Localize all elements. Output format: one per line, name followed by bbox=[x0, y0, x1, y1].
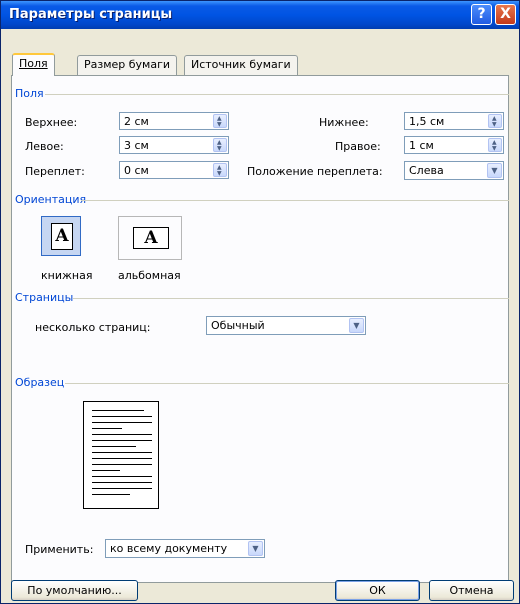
page-setup-dialog: Параметры страницы ? X Поля Размер бумаг… bbox=[0, 0, 520, 604]
title-bar[interactable]: Параметры страницы ? X bbox=[1, 1, 519, 29]
portrait-button[interactable]: A bbox=[41, 216, 81, 256]
preview-text-line bbox=[92, 464, 152, 465]
preview-text-line bbox=[92, 422, 152, 423]
gutter-value: 0 см bbox=[124, 164, 149, 177]
tab-paper-size-label: Размер бумаги bbox=[84, 58, 171, 71]
left-margin-field[interactable]: 3 см ▲ ▼ bbox=[119, 136, 229, 154]
chevron-down-icon[interactable]: ▼ bbox=[248, 541, 263, 556]
right-margin-label: Правое: bbox=[335, 140, 381, 153]
right-margin-field[interactable]: 1 см ▲ ▼ bbox=[404, 136, 504, 154]
tab-paper-source-label: Источник бумаги bbox=[191, 58, 291, 71]
gutter-label: Переплет: bbox=[25, 165, 85, 178]
multiple-pages-label: несколько страниц: bbox=[35, 321, 151, 334]
preview-text-line bbox=[92, 440, 152, 441]
tab-margins[interactable]: Поля bbox=[12, 53, 55, 76]
gutter-position-label: Положение переплета: bbox=[247, 165, 383, 178]
bottom-margin-field[interactable]: 1,5 см ▲ ▼ bbox=[404, 112, 504, 130]
apply-to-select[interactable]: ко всему документу ▼ bbox=[105, 539, 265, 558]
spin-arrows-icon[interactable]: ▲ ▼ bbox=[488, 114, 502, 128]
orientation-group-divider bbox=[81, 200, 509, 201]
page-preview bbox=[83, 401, 159, 509]
bottom-margin-label: Нижнее: bbox=[319, 116, 369, 129]
multiple-pages-select[interactable]: Обычный ▼ bbox=[206, 316, 366, 335]
top-margin-value: 2 см bbox=[124, 115, 149, 128]
apply-to-value: ко всему документу bbox=[110, 542, 228, 555]
multiple-pages-value: Обычный bbox=[211, 319, 265, 332]
cancel-button[interactable]: Отмена bbox=[429, 580, 514, 601]
preview-text-line bbox=[92, 428, 122, 429]
top-margin-field[interactable]: 2 см ▲ ▼ bbox=[119, 112, 229, 130]
gutter-position-select[interactable]: Слева ▼ bbox=[404, 161, 504, 180]
spin-arrows-icon[interactable]: ▲ ▼ bbox=[488, 138, 502, 152]
preview-text-line bbox=[92, 446, 136, 447]
margins-group-label: Поля bbox=[15, 87, 44, 100]
apply-to-label: Применить: bbox=[25, 543, 94, 556]
cancel-button-label: Отмена bbox=[449, 584, 494, 597]
pages-group-divider bbox=[73, 298, 509, 299]
portrait-label: книжная bbox=[41, 269, 93, 282]
preview-text-line bbox=[92, 488, 152, 489]
preview-text-line bbox=[92, 416, 152, 417]
right-margin-value: 1 см bbox=[409, 139, 434, 152]
preview-text-line bbox=[92, 476, 152, 477]
landscape-label: альбомная bbox=[118, 269, 181, 282]
ok-button-label: ОК bbox=[369, 584, 386, 597]
preview-text-line bbox=[92, 470, 120, 471]
pages-group-label: Страницы bbox=[15, 291, 74, 304]
portrait-page-icon: A bbox=[51, 223, 73, 250]
preview-text-line bbox=[92, 452, 152, 453]
spin-arrows-icon[interactable]: ▲ ▼ bbox=[213, 114, 227, 128]
spin-arrows-icon[interactable]: ▲ ▼ bbox=[213, 138, 227, 152]
help-button[interactable]: ? bbox=[471, 4, 492, 25]
gutter-position-value: Слева bbox=[409, 164, 444, 177]
chevron-down-icon[interactable]: ▼ bbox=[349, 318, 364, 333]
close-button[interactable]: X bbox=[495, 4, 516, 25]
preview-group-divider bbox=[65, 383, 509, 384]
bottom-margin-value: 1,5 см bbox=[409, 115, 445, 128]
preview-text-line bbox=[92, 482, 152, 483]
preview-text-line bbox=[92, 410, 144, 411]
ok-button[interactable]: ОК bbox=[335, 580, 420, 601]
close-icon: X bbox=[500, 6, 511, 22]
left-margin-value: 3 см bbox=[124, 139, 149, 152]
default-button-label: По умолчанию... bbox=[27, 584, 122, 597]
preview-group-label: Образец bbox=[15, 376, 65, 389]
top-margin-label: Верхнее: bbox=[25, 116, 78, 129]
gutter-field[interactable]: 0 см ▲ ▼ bbox=[119, 161, 229, 179]
orientation-group-label: Ориентация bbox=[15, 193, 87, 206]
help-icon: ? bbox=[477, 6, 486, 22]
margins-group-divider bbox=[45, 94, 509, 95]
landscape-button[interactable]: A bbox=[118, 216, 182, 260]
preview-text-line bbox=[92, 494, 130, 495]
tab-paper-source[interactable]: Источник бумаги bbox=[184, 55, 298, 75]
default-button[interactable]: По умолчанию... bbox=[11, 580, 138, 601]
preview-text-line bbox=[92, 434, 152, 435]
chevron-down-icon[interactable]: ▼ bbox=[487, 163, 502, 178]
window-title: Параметры страницы bbox=[9, 7, 173, 22]
preview-text-line bbox=[92, 458, 152, 459]
tab-margins-label: Поля bbox=[19, 57, 48, 70]
tab-paper-size[interactable]: Размер бумаги bbox=[77, 55, 178, 75]
landscape-page-icon: A bbox=[133, 227, 169, 249]
spin-arrows-icon[interactable]: ▲ ▼ bbox=[213, 163, 227, 177]
left-margin-label: Левое: bbox=[25, 140, 64, 153]
